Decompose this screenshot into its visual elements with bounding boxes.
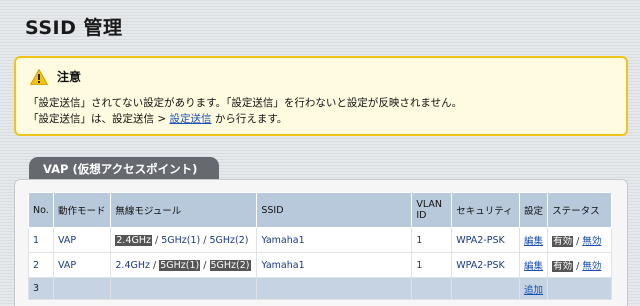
row-no: 3 [28, 277, 54, 300]
separator: / [573, 261, 583, 272]
module-24ghz: 2.4GHz [115, 234, 152, 246]
separator: / [152, 234, 162, 246]
row-vlan: 1 [411, 227, 453, 253]
col-header-mode: 動作モード [52, 192, 112, 228]
row-module: 2.4GHz / 5GHz(1) / 5GHz(2) [110, 227, 258, 253]
col-header-settings: 設定 [519, 192, 549, 228]
row-status: 有効 / 無効 [547, 227, 612, 253]
add-link[interactable]: 追加 [524, 285, 543, 296]
warning-icon [30, 68, 48, 85]
send-settings-link[interactable]: 設定送信 [169, 113, 211, 125]
row-vlan: 1 [411, 252, 453, 278]
row-settings: 編集 [519, 252, 549, 278]
notice-box: 注意 「設定送信」されてない設定があります。「設定送信」を行わないと設定が反映さ… [14, 56, 628, 136]
row-module: 2.4GHz / 5GHz(1) / 5GHz(2) [110, 252, 258, 278]
status-enabled: 有効 [552, 261, 574, 272]
table-row: 1 VAP 2.4GHz / 5GHz(1) / 5GHz(2) Yamaha1… [28, 227, 612, 253]
separator: / [573, 236, 583, 247]
row-status: 有効 / 無効 [547, 252, 612, 278]
table-row: 2 VAP 2.4GHz / 5GHz(1) / 5GHz(2) Yamaha1… [28, 252, 612, 278]
edit-link[interactable]: 編集 [524, 236, 543, 247]
row-ssid: Yamaha1 [256, 252, 413, 278]
row-ssid: Yamaha1 [256, 227, 413, 253]
row-security: WPA2-PSK [451, 252, 521, 278]
table-row-empty: 3 追加 [28, 277, 612, 300]
page-title: SSID 管理 [25, 17, 123, 39]
row-no: 2 [28, 252, 54, 278]
notice-title: 注意 [57, 70, 82, 84]
empty-cell [110, 277, 258, 300]
notice-instruction-suffix: から行えます。 [211, 113, 288, 125]
empty-cell [451, 277, 521, 300]
row-mode: VAP [52, 252, 112, 278]
row-settings: 追加 [519, 277, 549, 300]
col-header-vlan: VLAN ID [411, 192, 453, 228]
col-header-status: ステータス [547, 192, 612, 228]
vap-section-tab: VAP (仮想アクセスポイント) [29, 157, 219, 179]
status-enabled: 有効 [552, 236, 574, 247]
col-header-module: 無線モジュール [110, 192, 258, 228]
notice-header: 注意 [30, 68, 81, 85]
disable-link[interactable]: 無効 [582, 236, 601, 247]
row-settings: 編集 [519, 227, 549, 253]
col-header-security: セキュリティ [451, 192, 521, 228]
col-header-no: No. [28, 192, 54, 228]
module-5ghz-1: 5GHz(1) [161, 234, 201, 246]
edit-link[interactable]: 編集 [524, 261, 543, 272]
module-5ghz-1: 5GHz(1) [159, 259, 201, 271]
disable-link[interactable]: 無効 [582, 261, 601, 272]
notice-instruction-prefix: 「設定送信」は、設定送信 > [28, 113, 170, 125]
row-mode: VAP [52, 227, 112, 253]
module-24ghz: 2.4GHz [115, 259, 150, 271]
separator: / [150, 259, 160, 271]
row-no: 1 [28, 227, 54, 253]
module-5ghz-2: 5GHz(2) [209, 234, 249, 246]
notice-instruction: 「設定送信」は、設定送信 > 設定送信 から行えます。 [28, 111, 287, 126]
vap-table: No. 動作モード 無線モジュール SSID VLAN ID セキュリティ 設定… [28, 192, 612, 300]
notice-message: 「設定送信」されてない設定があります。「設定送信」を行わないと設定が反映されませ… [28, 97, 463, 109]
empty-cell [256, 277, 413, 300]
empty-cell [411, 277, 453, 300]
module-5ghz-2: 5GHz(2) [209, 259, 251, 271]
row-security: WPA2-PSK [451, 227, 521, 253]
table-header-row: No. 動作モード 無線モジュール SSID VLAN ID セキュリティ 設定… [28, 192, 612, 228]
col-header-ssid: SSID [256, 192, 413, 228]
separator: / [200, 234, 210, 246]
empty-cell [52, 277, 112, 300]
separator: / [200, 259, 210, 271]
empty-cell [547, 277, 612, 300]
